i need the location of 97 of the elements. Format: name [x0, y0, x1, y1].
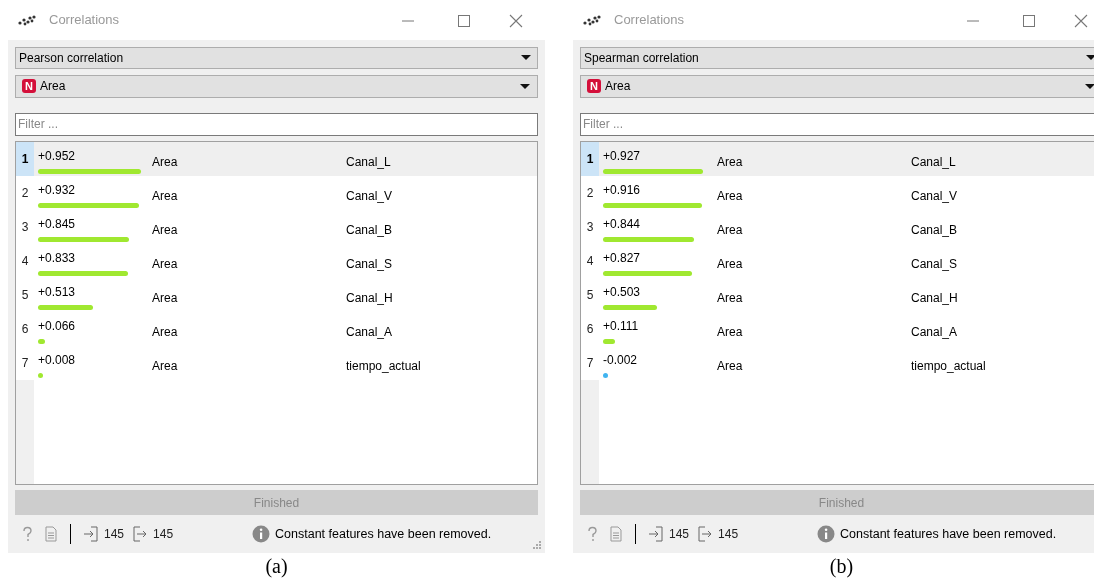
- resize-grip-icon: [532, 540, 541, 549]
- figure-caption: (b): [829, 554, 854, 579]
- feature-dropdown[interactable]: N Area: [580, 74, 1094, 98]
- maximize-icon[interactable]: [457, 14, 471, 28]
- table-cell-text: Canal_A: [911, 323, 958, 341]
- row-number[interactable]: 1: [581, 141, 599, 176]
- correlation-value: +0.916: [603, 181, 641, 199]
- row-number[interactable]: 6: [16, 311, 34, 346]
- maximize-icon[interactable]: [1022, 14, 1036, 28]
- row-number[interactable]: 7: [581, 345, 599, 380]
- table-cell-text: Area: [717, 187, 743, 205]
- table-cell-text: Area: [152, 221, 178, 239]
- table-cell-text: Canal_S: [911, 255, 958, 273]
- correlation-value: +0.111: [603, 317, 639, 335]
- row-number[interactable]: 2: [16, 175, 34, 210]
- dropdown-arrow-icon: [519, 82, 531, 90]
- table-cell-text: tiempo_actual: [911, 357, 986, 375]
- output-icon: [132, 526, 149, 543]
- type-badge: N: [22, 79, 36, 94]
- dropdown-arrow-icon: [1084, 82, 1094, 90]
- correlation-value: +0.066: [38, 317, 76, 335]
- correlation-value: +0.932: [38, 181, 76, 199]
- table-cell-text: Area: [717, 289, 743, 307]
- row-number[interactable]: 4: [581, 243, 599, 278]
- row-number[interactable]: 2: [581, 175, 599, 210]
- row-number[interactable]: 5: [581, 277, 599, 312]
- output-count: 145: [153, 526, 174, 544]
- table-cell-text: Area: [717, 323, 743, 341]
- correlation-value: -0.002: [603, 351, 638, 369]
- table-cell-text: Canal_H: [911, 289, 958, 307]
- filter-field[interactable]: Filter ...: [580, 112, 1094, 136]
- table-cell-text: Canal_B: [911, 221, 958, 239]
- correlation-value: +0.833: [38, 249, 76, 267]
- dropdown-arrow-icon: [520, 54, 532, 62]
- table-cell-text: Canal_H: [346, 289, 393, 307]
- correlation-value: +0.827: [603, 249, 641, 267]
- table-cell-text: Area: [152, 187, 178, 205]
- figure-caption: (a): [265, 554, 288, 579]
- scatter-icon: [17, 14, 37, 26]
- filter-field[interactable]: Filter ...: [15, 112, 538, 136]
- input-count: 145: [669, 526, 690, 544]
- feature-dropdown[interactable]: N Area: [15, 74, 538, 98]
- output-icon: [697, 526, 714, 543]
- table-cell-text: Area: [717, 153, 743, 171]
- type-badge: N: [587, 79, 601, 94]
- table-cell-text: Canal_B: [346, 221, 393, 239]
- row-number[interactable]: 7: [16, 345, 34, 380]
- table-cell-text: Canal_A: [346, 323, 393, 341]
- row-number[interactable]: 1: [16, 141, 34, 176]
- close-icon[interactable]: [1074, 14, 1088, 28]
- row-number[interactable]: 6: [581, 311, 599, 346]
- table-cell-text: tiempo_actual: [346, 357, 421, 375]
- window-title: Correlations: [49, 11, 120, 30]
- table-cell-text: Area: [717, 357, 743, 375]
- correlation-value: +0.952: [38, 147, 76, 165]
- window-title: Correlations: [614, 11, 685, 30]
- correlation-value: +0.927: [603, 147, 641, 165]
- table-cell-text: Area: [717, 221, 743, 239]
- correlation-value: +0.845: [38, 215, 76, 233]
- status-message: Constant features have been removed.: [275, 525, 492, 543]
- input-icon: [83, 526, 99, 543]
- table-cell-text: Area: [152, 323, 178, 341]
- correlation-value: +0.503: [603, 283, 641, 301]
- document-icon: [610, 526, 622, 543]
- table-cell-text: Canal_S: [346, 255, 393, 273]
- help-icon: [586, 526, 598, 543]
- scatter-icon: [582, 14, 602, 26]
- table-cell-text: Canal_V: [346, 187, 393, 205]
- document-icon: [45, 526, 57, 543]
- method-dropdown[interactable]: Spearman correlation: [580, 47, 1094, 69]
- correlation-value: +0.844: [603, 215, 641, 233]
- table-cell-text: Canal_L: [346, 153, 391, 171]
- method-dropdown[interactable]: Pearson correlation: [15, 47, 538, 69]
- info-icon: [817, 525, 836, 544]
- output-count: 145: [718, 526, 739, 544]
- row-number[interactable]: 5: [16, 277, 34, 312]
- help-icon: [21, 526, 33, 543]
- row-number[interactable]: 4: [16, 243, 34, 278]
- correlation-value: +0.513: [38, 283, 76, 301]
- info-icon: [252, 525, 271, 544]
- table-row[interactable]: +0.927 Area Canal_L: [599, 141, 1094, 176]
- table-cell-text: Canal_L: [911, 153, 956, 171]
- correlation-value: +0.008: [38, 351, 76, 369]
- table-row[interactable]: +0.952 Area Canal_L: [34, 141, 537, 176]
- table-cell-text: Area: [152, 357, 178, 375]
- dropdown-arrow-icon: [1085, 54, 1094, 62]
- table-cell-text: Area: [717, 255, 743, 273]
- close-icon[interactable]: [509, 14, 523, 28]
- input-count: 145: [104, 526, 125, 544]
- row-number[interactable]: 3: [16, 209, 34, 244]
- table-cell-text: Area: [152, 255, 178, 273]
- row-number[interactable]: 3: [581, 209, 599, 244]
- table-cell-text: Area: [152, 153, 178, 171]
- input-icon: [648, 526, 664, 543]
- status-message: Constant features have been removed.: [840, 525, 1057, 543]
- table-cell-text: Area: [152, 289, 178, 307]
- table-cell-text: Canal_V: [911, 187, 958, 205]
